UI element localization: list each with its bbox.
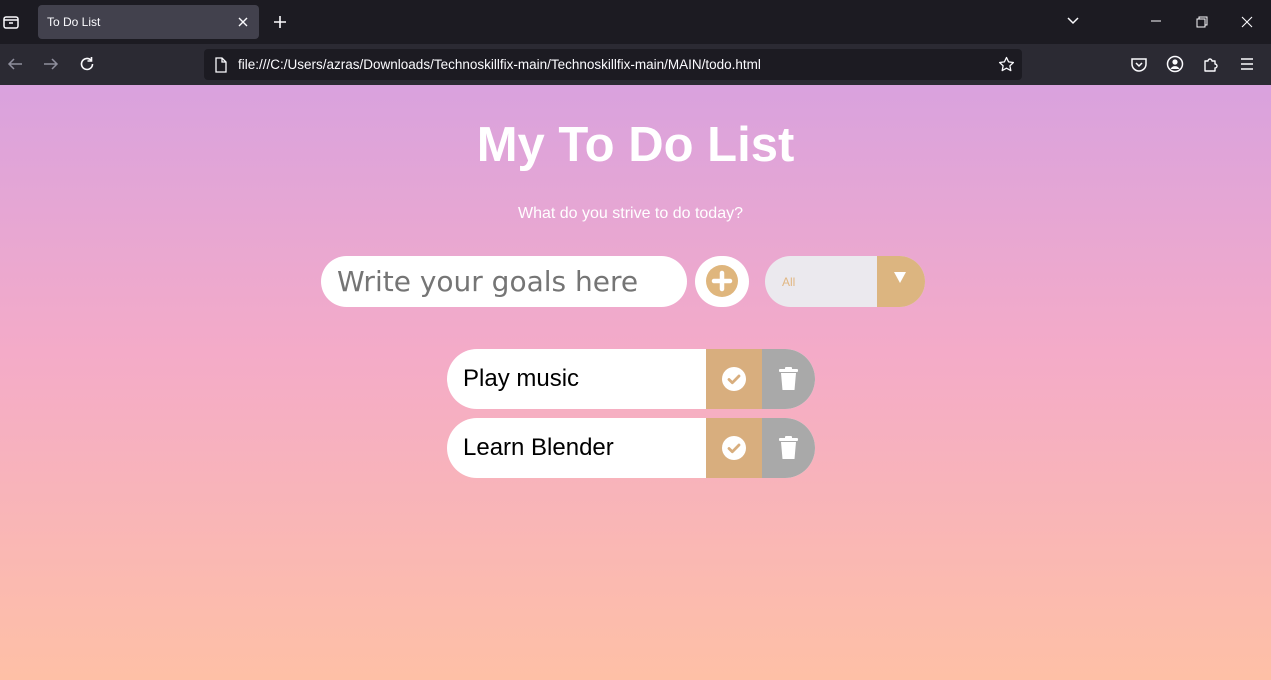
plus-circle-icon [706, 265, 738, 297]
todo-item: Learn Blender [447, 418, 815, 478]
reload-icon[interactable] [78, 55, 96, 73]
page-icon [214, 57, 228, 73]
filter-dropdown-arrow[interactable] [877, 256, 925, 307]
bookmark-star-icon[interactable] [998, 56, 1015, 73]
account-icon[interactable] [1166, 55, 1184, 73]
close-tab-icon[interactable] [235, 14, 251, 30]
pocket-icon[interactable] [1130, 55, 1148, 73]
check-circle-icon [722, 367, 746, 391]
browser-tab-strip: To Do List [0, 0, 1271, 44]
restore-icon[interactable] [1196, 15, 1208, 28]
add-todo-button[interactable] [695, 256, 749, 307]
new-tab-icon[interactable] [272, 14, 288, 30]
hamburger-menu-icon[interactable] [1238, 55, 1256, 73]
extensions-icon[interactable] [1202, 55, 1220, 73]
trash-icon [778, 436, 799, 463]
window-close-icon[interactable] [1241, 15, 1253, 28]
forward-arrow-icon[interactable] [42, 55, 60, 73]
filter-select[interactable]: All [765, 256, 925, 307]
browser-nav-bar: file:///C:/Users/azras/Downloads/Technos… [0, 44, 1271, 85]
address-bar[interactable]: file:///C:/Users/azras/Downloads/Technos… [204, 49, 1022, 80]
todo-list: Play music Learn Blender [447, 349, 815, 487]
browser-tab[interactable]: To Do List [38, 5, 259, 39]
todo-text: Learn Blender [463, 434, 614, 461]
page-viewport: My To Do List What do you strive to do t… [0, 85, 1271, 680]
trash-icon [778, 367, 799, 394]
back-arrow-icon[interactable] [6, 55, 24, 73]
chevron-down-icon[interactable] [1066, 14, 1080, 28]
todo-item: Play music [447, 349, 815, 409]
check-circle-icon [722, 436, 746, 460]
goal-input[interactable] [321, 256, 687, 307]
tab-title: To Do List [47, 15, 101, 29]
filter-selected-value: All [782, 275, 796, 289]
page-subtitle: What do you strive to do today? [517, 205, 743, 222]
tab-list-icon[interactable] [0, 10, 24, 34]
url-text: file:///C:/Users/azras/Downloads/Technos… [238, 57, 761, 72]
todo-text: Play music [463, 365, 580, 392]
delete-button[interactable] [762, 349, 815, 409]
delete-button[interactable] [762, 418, 815, 478]
minimize-icon[interactable] [1150, 14, 1162, 28]
page-title: My To Do List [476, 118, 795, 172]
complete-button[interactable] [706, 349, 762, 409]
caret-down-icon [894, 272, 906, 283]
complete-button[interactable] [706, 418, 762, 478]
